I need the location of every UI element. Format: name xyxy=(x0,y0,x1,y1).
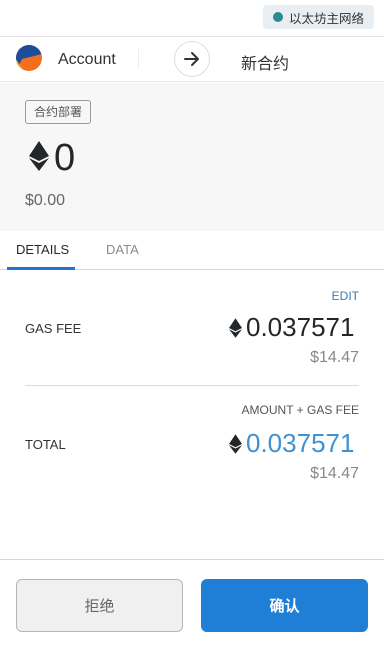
total-eth: 0.037571 xyxy=(246,428,355,458)
sender-recipient-bar: Account 新合约 xyxy=(0,36,384,82)
active-tab-indicator xyxy=(7,267,75,270)
edit-gas-link[interactable]: EDIT xyxy=(332,289,359,303)
network-status-dot-icon xyxy=(272,12,283,22)
divider xyxy=(25,385,359,386)
ethereum-icon xyxy=(229,318,242,343)
tab-bar: DETAILS DATA xyxy=(0,231,384,270)
gas-fee-fiat: $14.47 xyxy=(310,349,359,366)
arrow-right-icon xyxy=(174,41,210,77)
account-name: Account xyxy=(58,51,116,68)
tab-details[interactable]: DETAILS xyxy=(16,242,69,257)
destination-label: 新合约 xyxy=(241,54,290,73)
ethereum-icon xyxy=(229,434,242,459)
confirm-button[interactable]: 确认 xyxy=(201,579,368,632)
total-fiat: $14.47 xyxy=(310,465,359,482)
transaction-summary: 合约部署 0 $0.00 xyxy=(0,83,384,231)
divider xyxy=(138,49,139,69)
ethereum-icon xyxy=(29,141,49,176)
footer: 拒绝 确认 xyxy=(0,559,384,650)
action-badge: 合约部署 xyxy=(25,100,92,124)
gas-fee-label: GAS FEE xyxy=(25,321,82,336)
account-avatar-icon[interactable] xyxy=(16,45,42,71)
network-selector[interactable]: 以太坊主网络 xyxy=(262,5,374,29)
top-bar: 以太坊主网络 xyxy=(0,0,384,36)
total-label: TOTAL xyxy=(25,437,66,452)
gas-fee-eth: 0.037571 xyxy=(246,312,355,342)
total-caption: AMOUNT + GAS FEE xyxy=(241,403,359,417)
transaction-fiat-amount: $0.00 xyxy=(25,192,66,209)
transaction-amount: 0 xyxy=(54,137,76,179)
network-label: 以太坊主网络 xyxy=(288,10,364,26)
reject-button[interactable]: 拒绝 xyxy=(16,579,183,632)
tab-data[interactable]: DATA xyxy=(106,242,139,257)
